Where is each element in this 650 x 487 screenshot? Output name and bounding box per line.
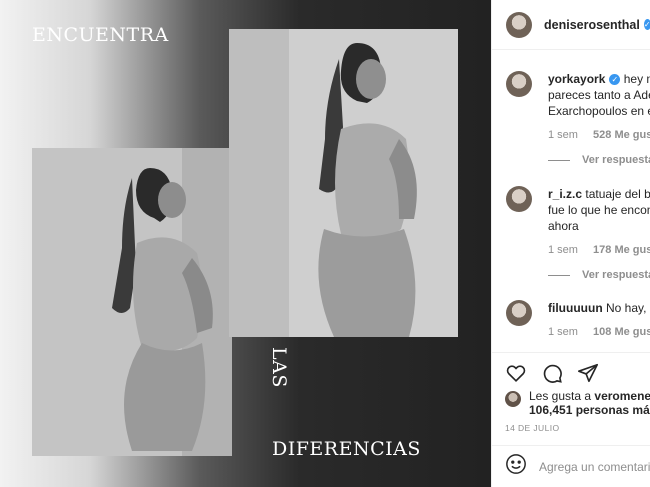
comment-meta: 1 sem 178 Me gusta bbox=[548, 244, 650, 256]
view-replies-label: Ver respuestas bbox=[582, 269, 650, 281]
comment-time[interactable]: 1 sem bbox=[548, 129, 578, 141]
add-comment-bar: Agrega un comentari bbox=[491, 445, 650, 487]
comment-body: yorkayork ✓ hey m pareces tanto a Ade Exa… bbox=[548, 71, 650, 119]
image-title-bottom: DIFERENCIAS bbox=[272, 438, 421, 460]
commenter-username[interactable]: r_i.z.c bbox=[548, 187, 582, 201]
comment-icon[interactable] bbox=[541, 362, 563, 384]
share-icon[interactable] bbox=[577, 362, 599, 384]
view-replies-label: Ver respuestas bbox=[582, 154, 650, 166]
image-title-vertical: LAS bbox=[268, 347, 290, 388]
commenter-avatar[interactable] bbox=[506, 300, 532, 326]
comment-input[interactable]: Agrega un comentari bbox=[539, 460, 650, 474]
comment-likes[interactable]: 108 Me gusta bbox=[593, 326, 650, 338]
post-image[interactable]: ENCUENTRA LAS DIFERENCIAS bbox=[0, 0, 491, 487]
comment-body: filuuuuun No hay, e bbox=[548, 300, 650, 316]
replies-divider bbox=[548, 274, 570, 276]
comment-text-line: No hay, e bbox=[606, 301, 650, 315]
comment-text-line: ahora bbox=[548, 219, 579, 233]
commenter-username[interactable]: yorkayork bbox=[548, 72, 605, 86]
comment-text-line: pareces tanto a Ade bbox=[548, 88, 650, 102]
likes-prefix: Les gusta a bbox=[529, 389, 592, 403]
commenter-avatar[interactable] bbox=[506, 186, 532, 212]
liker-username[interactable]: veromenes bbox=[594, 389, 650, 403]
view-replies-button[interactable]: Ver respuestas bbox=[548, 269, 650, 281]
verified-badge-icon: ✓ bbox=[643, 19, 650, 30]
photo-right bbox=[229, 29, 458, 337]
commenter-username[interactable]: filuuuuun bbox=[548, 301, 603, 315]
likes-summary[interactable]: Les gusta a veromenes 106,451 personas m… bbox=[505, 389, 650, 417]
comment-text-line: Exarchopoulos en e bbox=[548, 104, 650, 118]
comment-time[interactable]: 1 sem bbox=[548, 244, 578, 256]
comment-meta: 1 sem 528 Me gusta bbox=[548, 129, 650, 141]
post-date: 14 DE JULIO bbox=[505, 423, 560, 433]
comment-body: r_i.z.c tatuaje del b fue lo que he enco… bbox=[548, 186, 650, 234]
commenter-avatar[interactable] bbox=[506, 71, 532, 97]
verified-badge-icon: ✓ bbox=[609, 74, 621, 86]
image-title-top: ENCUENTRA bbox=[32, 24, 169, 46]
liker-avatar bbox=[505, 391, 521, 407]
comment-time[interactable]: 1 sem bbox=[548, 326, 578, 338]
comments-list[interactable]: yorkayork ✓ hey m pareces tanto a Ade Exa… bbox=[492, 51, 650, 351]
comment-text-line: hey m bbox=[623, 72, 650, 86]
comment-meta: 1 sem 108 Me gusta bbox=[548, 326, 650, 338]
photo-left bbox=[32, 148, 232, 456]
emoji-icon[interactable] bbox=[505, 453, 527, 480]
comment-text-line: fue lo que he encon bbox=[548, 203, 650, 217]
comment-likes[interactable]: 528 Me gusta bbox=[593, 129, 650, 141]
post-actions bbox=[491, 352, 650, 392]
heart-icon[interactable] bbox=[505, 362, 527, 384]
author-username[interactable]: deniserosenthal bbox=[544, 18, 640, 32]
likes-count[interactable]: 106,451 personas más bbox=[529, 403, 650, 417]
comment-text-line: tatuaje del b bbox=[585, 187, 650, 201]
view-replies-button[interactable]: Ver respuestas bbox=[548, 154, 650, 166]
comment-likes[interactable]: 178 Me gusta bbox=[593, 244, 650, 256]
post-header: deniserosenthal ✓ bbox=[492, 0, 650, 50]
replies-divider bbox=[548, 159, 570, 161]
author-avatar[interactable] bbox=[506, 11, 532, 38]
